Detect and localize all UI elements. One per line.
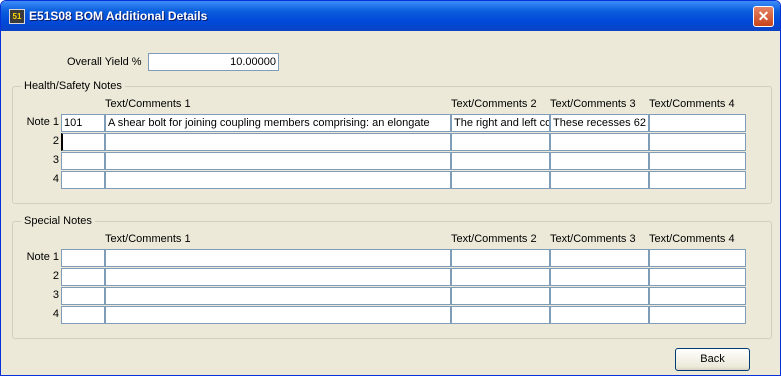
- health-safety-col-header-4: Text/Comments 4: [649, 98, 735, 110]
- special-note-2-text-1-input[interactable]: [105, 268, 451, 286]
- health-safety-notes-group: Health/Safety Notes Text/Comments 1 Text/…: [12, 80, 772, 204]
- health-safety-note-2-text-3-input[interactable]: [550, 133, 649, 151]
- special-note-3-text-2-input[interactable]: [451, 287, 550, 305]
- window-title: E51S08 BOM Additional Details: [29, 9, 208, 23]
- health-safety-note-2-text-1-input[interactable]: [105, 133, 451, 151]
- overall-yield-input[interactable]: 10.00000: [148, 53, 279, 71]
- health-safety-row-label-1: Note 1: [26, 116, 59, 128]
- special-note-2-code-input[interactable]: [61, 268, 105, 286]
- health-safety-note-2-code-input[interactable]: [61, 133, 105, 151]
- health-safety-col-header-1: Text/Comments 1: [105, 98, 191, 110]
- health-safety-note-4-code-input[interactable]: [61, 171, 105, 189]
- health-safety-note-3-text-3-input[interactable]: [550, 152, 649, 170]
- special-note-2-text-4-input[interactable]: [649, 268, 746, 286]
- title-bar[interactable]: 51 E51S08 BOM Additional Details ✕: [1, 1, 780, 31]
- special-note-1-text-1-input[interactable]: [105, 249, 451, 267]
- special-note-2-text-3-input[interactable]: [550, 268, 649, 286]
- health-safety-note-1-text-3-input[interactable]: These recesses 62: [550, 114, 649, 132]
- client-area: Overall Yield % 10.00000 Health/Safety N…: [5, 31, 776, 375]
- health-safety-note-4-text-3-input[interactable]: [550, 171, 649, 189]
- special-note-4-text-3-input[interactable]: [550, 306, 649, 324]
- special-col-header-1: Text/Comments 1: [105, 233, 191, 245]
- special-note-1-text-2-input[interactable]: [451, 249, 550, 267]
- health-safety-note-1-text-1-input[interactable]: A shear bolt for joining coupling member…: [105, 114, 451, 132]
- special-note-3-code-input[interactable]: [61, 287, 105, 305]
- back-button[interactable]: Back: [675, 348, 750, 371]
- bom-additional-details-window: 51 E51S08 BOM Additional Details ✕ Overa…: [0, 0, 781, 376]
- health-safety-col-header-3: Text/Comments 3: [550, 98, 636, 110]
- health-safety-note-1-code-input[interactable]: 101: [61, 114, 105, 132]
- special-note-1-text-3-input[interactable]: [550, 249, 649, 267]
- app-icon: 51: [9, 9, 25, 24]
- special-note-1-code-input[interactable]: [61, 249, 105, 267]
- health-safety-notes-title: Health/Safety Notes: [21, 80, 125, 92]
- overall-yield-label: Overall Yield %: [67, 56, 142, 68]
- health-safety-note-3-code-input[interactable]: [61, 152, 105, 170]
- special-row-label-3: 3: [52, 289, 59, 301]
- health-safety-note-4-text-4-input[interactable]: [649, 171, 746, 189]
- special-notes-group: Special Notes Text/Comments 1 Text/Commen…: [12, 215, 772, 339]
- health-safety-col-header-2: Text/Comments 2: [451, 98, 537, 110]
- special-note-3-text-1-input[interactable]: [105, 287, 451, 305]
- special-note-4-text-4-input[interactable]: [649, 306, 746, 324]
- special-col-header-2: Text/Comments 2: [451, 233, 537, 245]
- health-safety-note-3-text-2-input[interactable]: [451, 152, 550, 170]
- health-safety-note-1-text-2-input[interactable]: The right and left co: [451, 114, 550, 132]
- special-row-label-4: 4: [52, 308, 59, 320]
- close-button[interactable]: ✕: [753, 6, 774, 27]
- health-safety-row-label-4: 4: [52, 173, 59, 185]
- health-safety-row-label-3: 3: [52, 154, 59, 166]
- special-note-4-code-input[interactable]: [61, 306, 105, 324]
- health-safety-note-2-text-4-input[interactable]: [649, 133, 746, 151]
- health-safety-note-3-text-4-input[interactable]: [649, 152, 746, 170]
- health-safety-note-2-text-2-input[interactable]: [451, 133, 550, 151]
- special-notes-title: Special Notes: [21, 215, 95, 227]
- health-safety-note-4-text-1-input[interactable]: [105, 171, 451, 189]
- special-col-header-3: Text/Comments 3: [550, 233, 636, 245]
- health-safety-note-3-text-1-input[interactable]: [105, 152, 451, 170]
- health-safety-row-label-2: 2: [52, 135, 59, 147]
- health-safety-note-4-text-2-input[interactable]: [451, 171, 550, 189]
- special-note-4-text-1-input[interactable]: [105, 306, 451, 324]
- special-note-4-text-2-input[interactable]: [451, 306, 550, 324]
- special-note-1-text-4-input[interactable]: [649, 249, 746, 267]
- special-note-3-text-3-input[interactable]: [550, 287, 649, 305]
- special-row-label-1: Note 1: [26, 251, 59, 263]
- health-safety-note-1-text-4-input[interactable]: [649, 114, 746, 132]
- special-col-header-4: Text/Comments 4: [649, 233, 735, 245]
- special-row-label-2: 2: [52, 270, 59, 282]
- special-note-2-text-2-input[interactable]: [451, 268, 550, 286]
- special-note-3-text-4-input[interactable]: [649, 287, 746, 305]
